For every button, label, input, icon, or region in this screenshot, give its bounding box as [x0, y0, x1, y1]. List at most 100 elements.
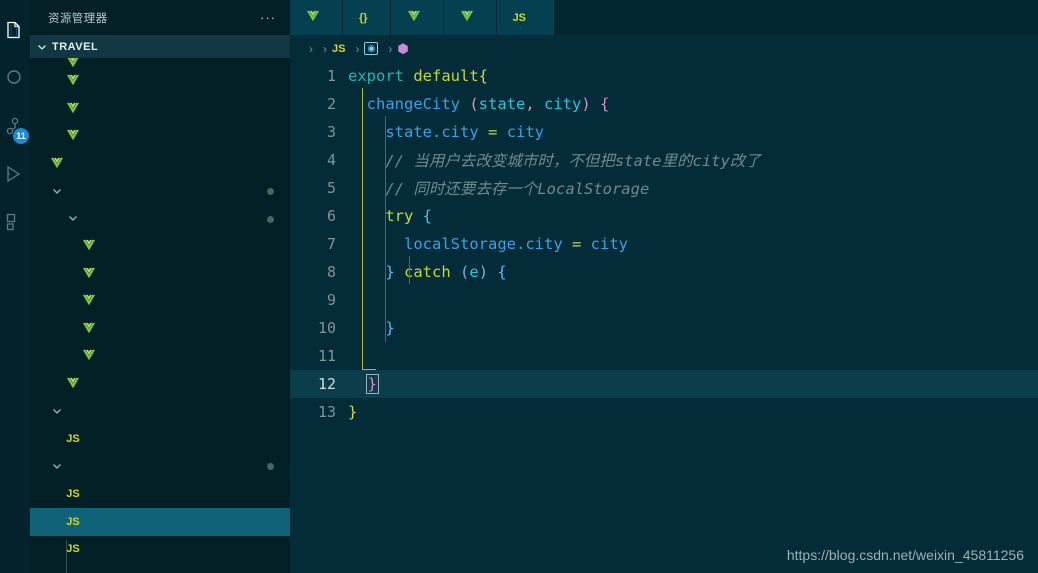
editor-tab-index-js[interactable]: JS [496, 0, 556, 35]
code-line[interactable]: 7 localStorage.city = city [290, 230, 1038, 258]
code-token: state [385, 123, 432, 141]
code-line-text: } [348, 374, 1038, 394]
code-line[interactable]: 11 [290, 342, 1038, 370]
tree-file-header-vue[interactable] [30, 233, 290, 261]
activity-bar-item-extensions[interactable] [0, 198, 30, 246]
code-token: { [600, 95, 610, 113]
code-token: export [348, 67, 414, 85]
tree-file-index-js[interactable]: JS [30, 426, 290, 454]
line-number: 8 [326, 263, 336, 281]
more-actions-icon[interactable]: ··· [260, 10, 276, 25]
editor-tab-alphabet-vue[interactable] [390, 0, 444, 35]
tree-file-list-vue[interactable] [30, 96, 290, 124]
code-line[interactable]: 12 } [290, 370, 1038, 398]
vue-icon [82, 348, 96, 365]
code-indent-guide [362, 88, 363, 370]
code-line-text: state.city = city [348, 123, 1038, 141]
code-line[interactable]: 8 } catch (e) { [290, 258, 1038, 286]
vue-icon [82, 238, 96, 255]
code-line[interactable]: 13} [290, 398, 1038, 426]
code-token: state [478, 95, 526, 113]
tree-folder-router[interactable] [30, 398, 290, 426]
breadcrumb-item-mutations-js[interactable]: JS [332, 43, 350, 55]
code-line[interactable]: 5 // 同时还要去存一个LocalStorage [290, 174, 1038, 202]
vue-icon [66, 376, 80, 393]
code-token: city [581, 235, 629, 253]
tree-file-recommend-vue[interactable] [30, 288, 290, 316]
code-line[interactable]: 10 } [290, 314, 1038, 342]
code-token: try [385, 207, 414, 225]
code-line[interactable]: 1 export default{ [290, 62, 1038, 90]
tree-folder-home[interactable] [30, 178, 290, 206]
code-line-text: } catch (e) { [348, 263, 1038, 281]
code-indent-guide [409, 256, 410, 284]
tree-file-mutations-js[interactable]: JS [30, 508, 290, 536]
vue-icon [82, 266, 96, 283]
vue-icon [82, 321, 96, 338]
code-token: } [385, 263, 395, 281]
run-debug-icon [4, 163, 26, 185]
code-token: // 当用户去改变城市时，不但把state里的city改了 [348, 152, 761, 170]
code-line[interactable]: 9 [290, 286, 1038, 314]
activity-bar-item-run-debug[interactable] [0, 150, 30, 198]
vscode-window: 11 资源管理器 ··· TRAVEL JS JS JS JS {} JS › … [0, 0, 1038, 573]
vue-icon [82, 293, 96, 310]
vue-icon [306, 9, 320, 26]
code-line[interactable]: 4 // 当用户去改变城市时，不但把state里的city改了 [290, 146, 1038, 174]
code-line[interactable]: 6 try { [290, 202, 1038, 230]
editor-tab-search-vue[interactable] [443, 0, 497, 35]
code-token: default [413, 67, 479, 85]
tree-file-state-js[interactable]: JS [30, 536, 290, 564]
activity-bar-item-source-control[interactable]: 11 [0, 102, 30, 150]
tree-file-home-vue[interactable] [30, 371, 290, 399]
tree-file-city-vue[interactable] [30, 151, 290, 179]
explorer-section-header[interactable]: TRAVEL [30, 35, 290, 58]
editor-tab-list-vue[interactable] [290, 0, 343, 35]
code-token: . [432, 123, 442, 141]
code-editor[interactable]: 1 export default{2 changeCity (state, cit… [290, 62, 1038, 573]
chevron-down-icon [51, 459, 63, 475]
activity-bar-item-search[interactable] [0, 54, 30, 102]
vue-icon [407, 9, 421, 26]
explorer-sidebar: 资源管理器 ··· TRAVEL JS JS JS JS [30, 0, 290, 573]
code-indent-guide [362, 369, 376, 370]
tree-file-weekend-vue[interactable] [30, 343, 290, 371]
tree-folder-components[interactable] [30, 206, 290, 234]
tree-folder-store[interactable] [30, 453, 290, 481]
breadcrumb-item-changecity[interactable]: ⬢ [397, 41, 413, 57]
line-number: 5 [326, 179, 336, 197]
code-token: // 同时还要去存一个LocalStorage [348, 180, 650, 198]
breadcrumb-item-default[interactable]: ◉ [364, 42, 383, 55]
json-icon: {} [359, 11, 368, 24]
editor-tab-city-json[interactable]: {} [343, 0, 391, 35]
js-icon: JS [512, 11, 527, 24]
code-token: city [441, 123, 479, 141]
code-token: changeCity [366, 95, 460, 113]
tree-file-header-vue[interactable] [30, 68, 290, 96]
tree-file-swiper-vue[interactable] [30, 316, 290, 344]
tree-file-alphabet-vue[interactable] [30, 58, 290, 68]
tree-file-index-js[interactable]: JS [30, 481, 290, 509]
tree-file-icons-vue[interactable] [30, 261, 290, 289]
activity-bar: 11 [0, 0, 30, 573]
breadcrumb-separator: › [355, 41, 360, 56]
editor-tab-bar: {} JS [290, 0, 1038, 35]
tree-file-search-vue[interactable] [30, 123, 290, 151]
line-number: 4 [326, 151, 336, 169]
folder-change-indicator [267, 215, 274, 223]
code-token: catch [404, 263, 451, 281]
code-line[interactable]: 3 state.city = city [290, 118, 1038, 146]
code-line-text: try { [348, 207, 1038, 225]
code-line[interactable]: 2 changeCity (state, city) { [290, 90, 1038, 118]
vue-icon [66, 101, 80, 118]
activity-bar-item-explorer[interactable] [0, 6, 30, 54]
editor-area: {} JS › › JS › ◉ › ⬢ 1 export default{2 changeCi… [290, 0, 1038, 573]
line-number: 7 [326, 235, 336, 253]
code-token: } [385, 319, 395, 337]
